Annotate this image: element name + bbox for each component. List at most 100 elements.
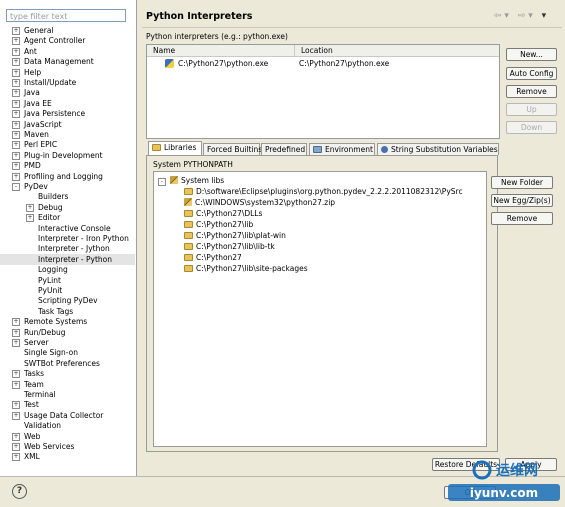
tree-item[interactable]: + Server bbox=[0, 337, 135, 348]
expand-icon[interactable]: + bbox=[12, 318, 20, 327]
tab-environment[interactable]: Environment bbox=[309, 143, 375, 155]
lib-path-item[interactable]: C:\Python27\lib\plat-win bbox=[184, 230, 286, 241]
tree-item[interactable]: + Plug-in Development bbox=[0, 150, 135, 161]
system-libs-root[interactable]: - System libs bbox=[158, 175, 224, 186]
tree-item[interactable]: + XML bbox=[0, 451, 135, 462]
tab-string-substitution[interactable]: String Substitution Variables bbox=[377, 143, 499, 155]
new-folder-button[interactable]: New Folder bbox=[491, 176, 553, 189]
expand-icon[interactable]: + bbox=[12, 99, 20, 108]
tree-item[interactable]: + Test bbox=[0, 399, 135, 410]
tree-item[interactable]: Interpreter - Jython bbox=[0, 243, 135, 254]
tree-item[interactable]: Scripting PyDev bbox=[0, 295, 135, 306]
tree-item[interactable]: + Profiling and Logging bbox=[0, 171, 135, 182]
lib-path-item[interactable]: C:\Python27\lib bbox=[184, 219, 253, 230]
lib-path-item[interactable]: C:\Python27\lib\site-packages bbox=[184, 263, 308, 274]
tree-item[interactable]: + Help bbox=[0, 67, 135, 78]
expand-icon[interactable]: + bbox=[12, 432, 20, 441]
column-header-name[interactable]: Name bbox=[147, 45, 295, 57]
lib-path-item[interactable]: C:\Python27 bbox=[184, 252, 242, 263]
tree-item[interactable]: + Agent Controller bbox=[0, 35, 135, 46]
forward-arrow-icon[interactable]: ⇨ ▾ bbox=[518, 11, 533, 21]
lib-path-item[interactable]: C:\Python27\DLLs bbox=[184, 208, 262, 219]
interpreter-location-cell[interactable]: C:\Python27\python.exe bbox=[299, 58, 389, 70]
tree-item[interactable]: Validation bbox=[0, 420, 135, 431]
expand-icon[interactable]: + bbox=[12, 453, 20, 462]
tree-item[interactable]: PyUnit bbox=[0, 285, 135, 296]
expand-icon[interactable]: + bbox=[26, 214, 34, 223]
back-arrow-icon[interactable]: ⇦ ▾ bbox=[494, 11, 509, 21]
tree-item[interactable]: + Java bbox=[0, 87, 135, 98]
tree-item[interactable]: + PMD bbox=[0, 160, 135, 171]
tree-item[interactable]: + Maven bbox=[0, 129, 135, 140]
expand-icon[interactable]: + bbox=[12, 151, 20, 160]
tab-predefined[interactable]: Predefined bbox=[261, 143, 307, 155]
expand-icon[interactable]: + bbox=[12, 401, 20, 410]
tree-item[interactable]: Task Tags bbox=[0, 306, 135, 317]
tree-item[interactable]: Interpreter - Python bbox=[0, 253, 135, 265]
expand-icon[interactable]: + bbox=[12, 58, 20, 67]
expand-icon[interactable]: + bbox=[12, 339, 20, 347]
expand-icon[interactable]: + bbox=[12, 443, 20, 451]
expand-icon[interactable]: + bbox=[12, 79, 20, 87]
expand-icon[interactable]: + bbox=[12, 370, 20, 379]
tree-item[interactable]: Single Sign-on bbox=[0, 347, 135, 358]
tree-item[interactable]: Terminal bbox=[0, 389, 135, 400]
tree-item[interactable]: + Team bbox=[0, 379, 135, 390]
column-header-location[interactable]: Location bbox=[295, 45, 499, 57]
tree-item[interactable]: + Usage Data Collector bbox=[0, 410, 135, 421]
tree-item[interactable]: + Editor bbox=[0, 212, 135, 223]
lib-path-item[interactable]: C:\WINDOWS\system32\python27.zip bbox=[184, 197, 335, 208]
tree-item[interactable]: + Ant bbox=[0, 46, 135, 57]
tree-item[interactable]: Interpreter - Iron Python bbox=[0, 233, 135, 244]
tree-item[interactable]: + Remote Systems bbox=[0, 316, 135, 327]
tab-libraries[interactable]: Libraries bbox=[148, 141, 202, 156]
tree-item[interactable]: + Java EE bbox=[0, 98, 135, 109]
tree-item[interactable]: Builders bbox=[0, 191, 135, 202]
expand-icon[interactable]: + bbox=[12, 141, 20, 150]
tree-item[interactable]: + Install/Update bbox=[0, 77, 135, 88]
interpreter-name-cell[interactable]: C:\Python27\python.exe bbox=[165, 58, 268, 70]
tree-item[interactable]: SWTBot Preferences bbox=[0, 358, 135, 369]
expand-icon[interactable]: + bbox=[12, 110, 20, 119]
tree-item[interactable]: + Web Services bbox=[0, 441, 135, 452]
tree-item[interactable]: + Tasks bbox=[0, 368, 135, 379]
tree-item[interactable]: PyLint bbox=[0, 275, 135, 286]
new-interpreter-button[interactable]: New... bbox=[506, 48, 557, 61]
new-egg-zip-button[interactable]: New Egg/Zip(s) bbox=[491, 194, 553, 207]
down-button[interactable]: Down bbox=[506, 121, 557, 134]
expand-icon[interactable]: + bbox=[12, 89, 20, 98]
collapse-icon[interactable]: - bbox=[12, 183, 20, 191]
tree-item[interactable]: - PyDev bbox=[0, 181, 135, 192]
expand-icon[interactable]: + bbox=[12, 27, 20, 35]
tree-item[interactable]: Logging bbox=[0, 264, 135, 275]
help-icon[interactable]: ? bbox=[12, 484, 27, 499]
tree-item[interactable]: + Data Management bbox=[0, 56, 135, 67]
lib-path-item[interactable]: D:\software\Eclipse\plugins\org.python.p… bbox=[184, 186, 463, 197]
tree-item[interactable]: + Run/Debug bbox=[0, 327, 135, 338]
expand-icon[interactable]: + bbox=[12, 380, 20, 389]
tree-item[interactable]: Interactive Console bbox=[0, 223, 135, 234]
expand-icon[interactable]: + bbox=[12, 411, 20, 420]
expand-icon[interactable]: + bbox=[12, 172, 20, 181]
remove-lib-button[interactable]: Remove bbox=[491, 212, 553, 225]
expand-icon[interactable]: + bbox=[12, 68, 20, 77]
expand-icon[interactable]: + bbox=[12, 37, 20, 46]
collapse-icon[interactable]: - bbox=[158, 178, 166, 186]
auto-config-button[interactable]: Auto Config bbox=[506, 67, 557, 80]
view-menu-icon[interactable]: ▾ bbox=[542, 11, 547, 21]
tree-item[interactable]: + Perl EPIC bbox=[0, 139, 135, 150]
tree-item[interactable]: + JavaScript bbox=[0, 119, 135, 130]
lib-path-item[interactable]: C:\Python27\lib\lib-tk bbox=[184, 241, 275, 252]
expand-icon[interactable]: + bbox=[26, 203, 34, 212]
up-button[interactable]: Up bbox=[506, 103, 557, 116]
expand-icon[interactable]: + bbox=[12, 328, 20, 337]
expand-icon[interactable]: + bbox=[12, 120, 20, 129]
tree-item[interactable]: + General bbox=[0, 25, 135, 36]
tree-item[interactable]: + Web bbox=[0, 431, 135, 442]
expand-icon[interactable]: + bbox=[12, 47, 20, 56]
filter-input[interactable]: type filter text bbox=[6, 9, 126, 22]
expand-icon[interactable]: + bbox=[12, 131, 20, 139]
remove-interpreter-button[interactable]: Remove bbox=[506, 85, 557, 98]
tab-forced-builtins[interactable]: Forced Builtins bbox=[203, 143, 262, 155]
tree-item[interactable]: + Debug bbox=[0, 202, 135, 213]
